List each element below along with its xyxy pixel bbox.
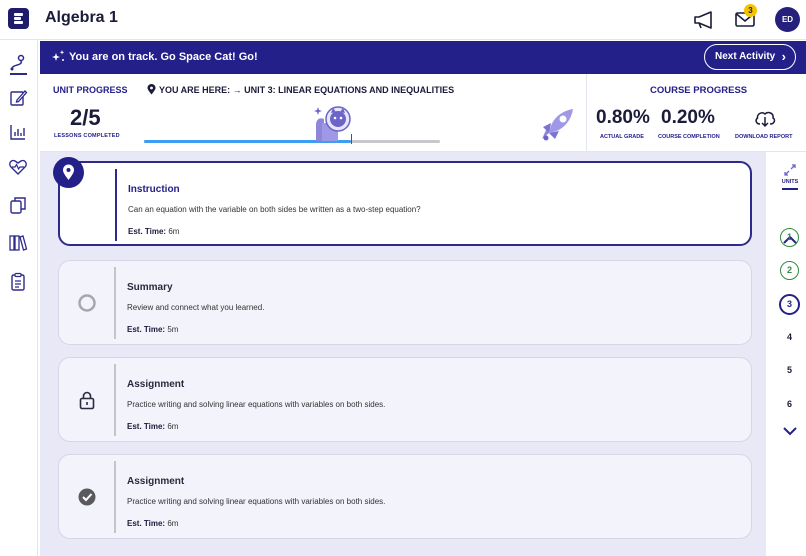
chevron-down-icon[interactable]	[783, 426, 797, 436]
unit-button-2[interactable]: 2	[780, 261, 799, 280]
unit-progress-label: UNIT PROGRESS	[53, 85, 128, 95]
learning-path-icon[interactable]	[8, 53, 28, 73]
heart-pulse-icon[interactable]	[8, 157, 28, 177]
check-circle-icon	[78, 488, 96, 506]
download-report-label[interactable]: DOWNLOAD REPORT	[735, 134, 792, 140]
activity-est-time: Est. Time: 5m	[127, 325, 179, 334]
next-activity-label: Next Activity	[715, 51, 776, 62]
activity-title: Instruction	[128, 184, 180, 195]
current-location-pin	[53, 157, 84, 188]
course-progress-label: COURSE PROGRESS	[650, 85, 748, 96]
activity-description: Practice writing and solving linear equa…	[127, 497, 386, 506]
unit-button-6[interactable]: 6	[780, 395, 799, 414]
activity-title: Assignment	[127, 379, 185, 390]
not-started-circle-icon	[78, 294, 96, 312]
card-divider	[115, 169, 117, 241]
app-logo[interactable]	[8, 8, 29, 29]
unit-button-5[interactable]: 5	[780, 361, 799, 380]
activity-card-assignment-locked[interactable]: Assignment Practice writing and solving …	[58, 357, 752, 442]
card-divider	[114, 267, 116, 339]
activity-card-instruction[interactable]: Instruction Can an equation with the var…	[58, 161, 752, 246]
unit-button-4[interactable]: 4	[780, 328, 799, 347]
card-divider	[114, 461, 116, 533]
current-location: YOU ARE HERE: → UNIT 3: LINEAR EQUATIONS…	[159, 85, 455, 95]
course-completion-value: 0.20%	[661, 107, 715, 128]
unit-button-1[interactable]: 1	[780, 228, 799, 247]
activity-est-time: Est. Time: 6m	[127, 519, 179, 528]
progress-panel: UNIT PROGRESS YOU ARE HERE: → UNIT 3: LI…	[40, 74, 806, 152]
unit-button-3[interactable]: 3	[779, 294, 800, 315]
user-avatar[interactable]: ED	[775, 7, 800, 32]
lock-icon	[79, 391, 95, 410]
banner-message: You are on track. Go Space Cat! Go!	[69, 51, 258, 63]
units-underline	[782, 188, 798, 190]
rocket-icon	[542, 109, 573, 141]
units-rail: UNITS 1 2 3 4 5 6	[774, 152, 806, 556]
download-cloud-icon[interactable]	[754, 108, 776, 128]
sparkle-icon	[52, 50, 65, 61]
actual-grade-value: 0.80%	[596, 107, 650, 128]
chart-icon[interactable]	[8, 122, 28, 142]
actual-grade-label: ACTUAL GRADE	[600, 134, 644, 140]
units-label: UNITS	[781, 179, 799, 185]
activity-title: Summary	[127, 282, 173, 293]
activity-description: Practice writing and solving linear equa…	[127, 400, 386, 409]
left-navigation	[0, 40, 38, 556]
next-activity-button[interactable]: Next Activity ›	[704, 44, 796, 70]
activity-est-time: Est. Time: 6m	[128, 227, 180, 236]
card-divider	[114, 364, 116, 436]
clipboard-icon[interactable]	[8, 272, 28, 292]
activity-card-summary[interactable]: Summary Review and connect what you lear…	[58, 260, 752, 345]
panel-divider	[586, 74, 587, 152]
course-completion-label: COURSE COMPLETION	[658, 134, 720, 140]
megaphone-icon[interactable]	[692, 9, 716, 31]
edit-icon[interactable]	[8, 88, 28, 108]
activity-list: Instruction Can an equation with the var…	[40, 152, 766, 556]
status-banner: You are on track. Go Space Cat! Go! Next…	[40, 41, 806, 74]
copy-icon[interactable]	[8, 195, 28, 215]
activity-est-time: Est. Time: 6m	[127, 422, 179, 431]
location-pin-icon	[147, 84, 156, 95]
space-cat-icon	[314, 106, 351, 141]
collapse-arrows-icon[interactable]	[783, 163, 797, 177]
unit-progress-bar	[144, 134, 440, 144]
course-title: Algebra 1	[45, 9, 118, 26]
active-nav-indicator	[10, 73, 27, 75]
library-icon[interactable]	[8, 233, 28, 253]
activity-description: Can an equation with the variable on bot…	[128, 205, 421, 214]
location-pin-icon	[63, 164, 74, 180]
activity-description: Review and connect what you learned.	[127, 303, 265, 312]
lessons-completed-count: 2/5	[70, 105, 101, 130]
top-bar: Algebra 1 3 ED	[0, 0, 806, 40]
activity-card-assignment-completed[interactable]: Assignment Practice writing and solving …	[58, 454, 752, 539]
notification-badge: 3	[744, 4, 757, 17]
chevron-right-icon: ›	[781, 49, 786, 64]
lessons-completed-label: LESSONS COMPLETED	[54, 133, 120, 139]
activity-title: Assignment	[127, 476, 185, 487]
